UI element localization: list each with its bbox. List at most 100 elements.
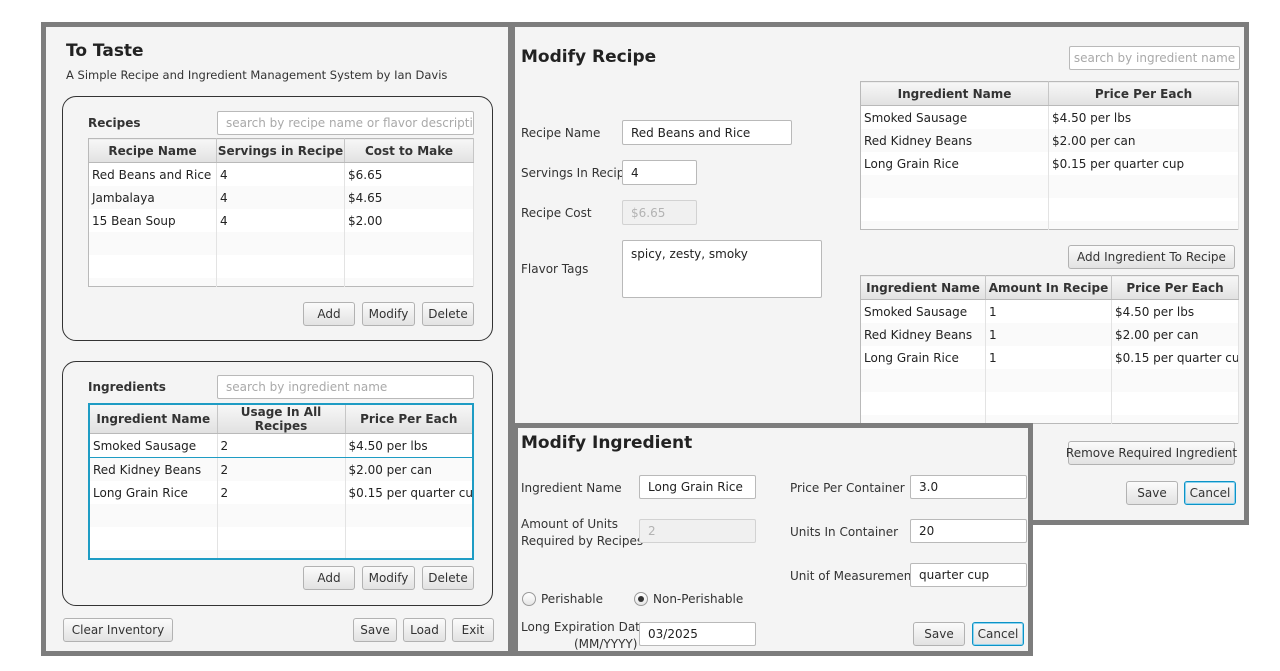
- units-in-container-input[interactable]: 20: [910, 519, 1027, 543]
- cell: Red Kidney Beans: [860, 323, 986, 346]
- recipe-add-button[interactable]: Add: [303, 302, 355, 326]
- cell: Red Kidney Beans: [89, 457, 218, 481]
- empty-row: [860, 175, 1239, 198]
- table-row[interactable]: Long Grain Rice $0.15 per quarter cup: [860, 152, 1239, 175]
- remove-required-ingredient-button[interactable]: Remove Required Ingredient: [1066, 441, 1237, 465]
- recipes-label: Recipes: [88, 116, 141, 130]
- recipe-cost-label: Recipe Cost: [521, 206, 592, 220]
- flavor-tags-textarea[interactable]: spicy, zesty, smoky: [622, 240, 822, 298]
- save-button[interactable]: Save: [353, 618, 397, 642]
- price-per-container-label: Price Per Container: [790, 481, 905, 495]
- column-header[interactable]: Price Per Each: [345, 404, 474, 434]
- non-perishable-radio[interactable]: [634, 592, 648, 606]
- cell: 2: [217, 481, 346, 504]
- empty-row: [860, 198, 1239, 221]
- column-header[interactable]: Price Per Each: [1111, 275, 1239, 300]
- cell: Smoked Sausage: [860, 299, 986, 323]
- recipe-delete-button[interactable]: Delete: [422, 302, 474, 326]
- cell: 1: [985, 346, 1112, 369]
- ingredient-name-input[interactable]: Long Grain Rice: [639, 475, 756, 499]
- ingredients-label: Ingredients: [88, 380, 166, 394]
- column-header[interactable]: Ingredient Name: [860, 81, 1049, 106]
- available-ingredient-search-input[interactable]: search by ingredient name: [1069, 46, 1240, 70]
- table-row[interactable]: Smoked Sausage $4.50 per lbs: [860, 105, 1239, 129]
- column-header[interactable]: Ingredient Name: [860, 275, 986, 300]
- empty-row: [860, 369, 1239, 392]
- column-header[interactable]: Ingredient Name: [89, 404, 218, 434]
- table-row-selected[interactable]: Smoked Sausage 2 $4.50 per lbs: [88, 433, 474, 458]
- empty-row: [88, 232, 474, 255]
- add-ingredient-to-recipe-button[interactable]: Add Ingredient To Recipe: [1068, 245, 1235, 269]
- table-row[interactable]: Red Kidney Beans $2.00 per can: [860, 129, 1239, 152]
- table-row[interactable]: Long Grain Rice 2 $0.15 per quarter cup: [89, 481, 474, 504]
- units-in-container-label: Units In Container: [790, 525, 899, 539]
- expiration-label-line2: (MM/YYYY): [574, 637, 638, 651]
- column-header[interactable]: Amount In Recipe: [985, 275, 1112, 300]
- non-perishable-label[interactable]: Non-Perishable: [653, 592, 743, 606]
- recipe-cost-input: $6.65: [622, 200, 697, 225]
- modify-recipe-title: Modify Recipe: [521, 47, 657, 67]
- cell: 1: [985, 323, 1112, 346]
- cell: $6.65: [344, 162, 474, 186]
- ingredient-search-input[interactable]: search by ingredient name: [217, 375, 474, 399]
- cell: Red Beans and Rice: [88, 162, 217, 186]
- modify-ingredient-window: Modify Ingredient Ingredient Name Long G…: [513, 423, 1033, 656]
- table-row[interactable]: Red Kidney Beans 2 $2.00 per can: [89, 457, 474, 481]
- column-header[interactable]: Recipe Name: [88, 138, 217, 163]
- cell: $0.15 per quarter cup: [1111, 346, 1239, 369]
- cell: Smoked Sausage: [88, 433, 218, 458]
- cell: Red Kidney Beans: [860, 129, 1049, 152]
- perishable-radio[interactable]: [522, 592, 536, 606]
- column-header[interactable]: Price Per Each: [1048, 81, 1239, 106]
- cell: $4.50 per lbs: [1111, 299, 1239, 323]
- column-header[interactable]: Servings in Recipe: [216, 138, 345, 163]
- available-ingredients-table[interactable]: Ingredient Name Price Per Each Smoked Sa…: [860, 81, 1239, 230]
- empty-row: [88, 278, 474, 287]
- exit-button[interactable]: Exit: [452, 618, 494, 642]
- unit-of-measurement-input[interactable]: quarter cup: [910, 563, 1027, 587]
- ingredient-delete-button[interactable]: Delete: [422, 566, 474, 590]
- table-row[interactable]: Long Grain Rice 1 $0.15 per quarter cup: [860, 346, 1239, 369]
- cell: 4: [216, 186, 345, 209]
- recipe-search-input[interactable]: search by recipe name or flavor descript…: [217, 111, 474, 135]
- ingredient-cancel-button[interactable]: Cancel: [972, 622, 1024, 646]
- cell: $2.00 per can: [1111, 323, 1239, 346]
- recipe-name-input[interactable]: Red Beans and Rice: [622, 120, 792, 145]
- app-subtitle: A Simple Recipe and Ingredient Managemen…: [66, 68, 448, 82]
- servings-input[interactable]: 4: [622, 160, 697, 185]
- ingredients-table[interactable]: Ingredient Name Usage In All Recipes Pri…: [88, 403, 474, 560]
- load-button[interactable]: Load: [403, 618, 446, 642]
- table-row[interactable]: 15 Bean Soup 4 $2.00: [88, 209, 474, 232]
- ingredient-modify-button[interactable]: Modify: [362, 566, 415, 590]
- servings-label: Servings In Recipe: [521, 166, 632, 180]
- recipe-cancel-button[interactable]: Cancel: [1184, 481, 1236, 505]
- table-row[interactable]: Smoked Sausage 1 $4.50 per lbs: [860, 299, 1239, 323]
- table-row[interactable]: Jambalaya 4 $4.65: [88, 186, 474, 209]
- table-row[interactable]: Red Kidney Beans 1 $2.00 per can: [860, 323, 1239, 346]
- ingredient-save-button[interactable]: Save: [913, 622, 965, 646]
- recipes-table[interactable]: Recipe Name Servings in Recipe Cost to M…: [88, 138, 474, 287]
- cell: $2.00 per can: [345, 457, 474, 481]
- empty-row: [89, 527, 474, 550]
- perishable-label[interactable]: Perishable: [541, 592, 603, 606]
- cell: $0.15 per quarter cup: [345, 481, 474, 504]
- recipe-save-button[interactable]: Save: [1126, 481, 1178, 505]
- expiration-date-input[interactable]: 03/2025: [639, 622, 756, 646]
- ingredient-add-button[interactable]: Add: [303, 566, 355, 590]
- clear-inventory-button[interactable]: Clear Inventory: [63, 618, 173, 642]
- empty-row: [860, 392, 1239, 415]
- app-title: To Taste: [66, 41, 144, 61]
- table-row[interactable]: Red Beans and Rice 4 $6.65: [88, 162, 474, 186]
- empty-row: [89, 550, 474, 559]
- cell: 4: [216, 162, 345, 186]
- cell: 2: [217, 457, 346, 481]
- required-ingredients-table[interactable]: Ingredient Name Amount In Recipe Price P…: [860, 275, 1239, 424]
- price-per-container-input[interactable]: 3.0: [910, 475, 1027, 499]
- ingredient-name-label: Ingredient Name: [521, 481, 622, 495]
- column-header[interactable]: Cost to Make: [344, 138, 474, 163]
- recipe-modify-button[interactable]: Modify: [362, 302, 415, 326]
- expiration-label-line1: Long Expiration Date: [521, 620, 648, 634]
- amount-units-label-line1: Amount of Units: [521, 517, 619, 531]
- column-header[interactable]: Usage In All Recipes: [217, 404, 346, 434]
- cell: $4.50 per lbs: [345, 433, 474, 458]
